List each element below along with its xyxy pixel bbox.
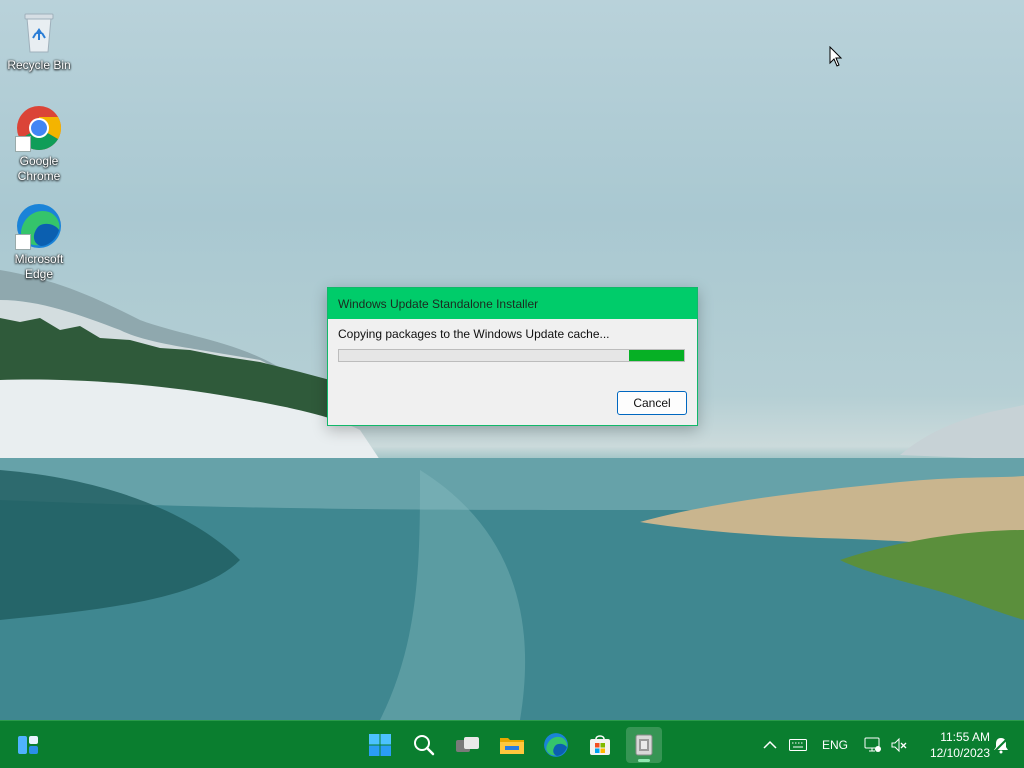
dialog-body: Copying packages to the Windows Update c… [328,319,697,370]
status-text: Copying packages to the Windows Update c… [338,327,610,341]
file-explorer-button[interactable] [494,727,530,763]
notifications-button[interactable] [990,733,1012,757]
volume-muted-icon [891,737,907,753]
clock-time: 11:55 AM [940,730,990,744]
edge-taskbar-button[interactable] [538,727,574,763]
clock-date: 12/10/2023 [929,746,990,760]
start-button[interactable] [362,727,398,763]
desktop-icon-label: Recycle Bin [7,58,71,72]
task-view-icon [456,737,479,752]
desktop-icon-microsoft-edge[interactable]: Microsoft Edge [1,202,77,282]
notification-bell-icon [993,737,1009,754]
edge-icon [15,202,63,250]
network-button[interactable] [862,733,884,757]
chrome-icon [15,104,63,152]
edge-icon [544,733,568,757]
search-button[interactable] [406,727,442,763]
installer-dialog: Windows Update Standalone Installer Copy… [327,287,698,426]
desktop-icon-label: Google Chrome [17,154,61,183]
search-icon [414,735,435,756]
installer-icon [635,734,653,756]
microsoft-store-button[interactable] [582,727,618,763]
keyboard-icon [789,739,807,751]
chevron-up-icon [763,740,777,749]
desktop-icon-google-chrome[interactable]: Google Chrome [1,104,77,184]
dialog-title: Windows Update Standalone Installer [338,296,539,311]
network-icon [864,737,881,752]
input-language-button[interactable]: ENG [818,733,852,757]
taskbar: ENG 11:55 AM 12/10/2023 [0,720,1024,768]
shortcut-arrow-icon [15,234,31,250]
dialog-titlebar[interactable]: Windows Update Standalone Installer [328,288,697,319]
touch-keyboard-button[interactable] [786,733,810,757]
active-app-indicator [638,759,650,762]
progress-fill [628,350,684,361]
microsoft-store-icon [590,735,610,755]
progress-bar [338,349,685,362]
cancel-button[interactable]: Cancel [617,391,687,415]
clock[interactable]: 11:55 AM 12/10/2023 [918,729,990,761]
shortcut-arrow-icon [15,136,31,152]
widgets-button[interactable] [10,727,46,763]
file-explorer-icon [500,738,524,754]
task-view-button[interactable] [450,727,486,763]
widgets-icon [18,736,38,754]
desktop-icon-recycle-bin[interactable]: Recycle Bin [1,8,77,73]
recycle-bin-icon [15,8,63,56]
show-hidden-icons-button[interactable] [760,733,780,757]
desktop-icon-label: Microsoft Edge [14,252,64,281]
mouse-cursor-icon [829,46,843,67]
start-icon [369,734,391,756]
volume-button[interactable] [888,733,910,757]
installer-taskbar-button[interactable] [626,727,662,763]
